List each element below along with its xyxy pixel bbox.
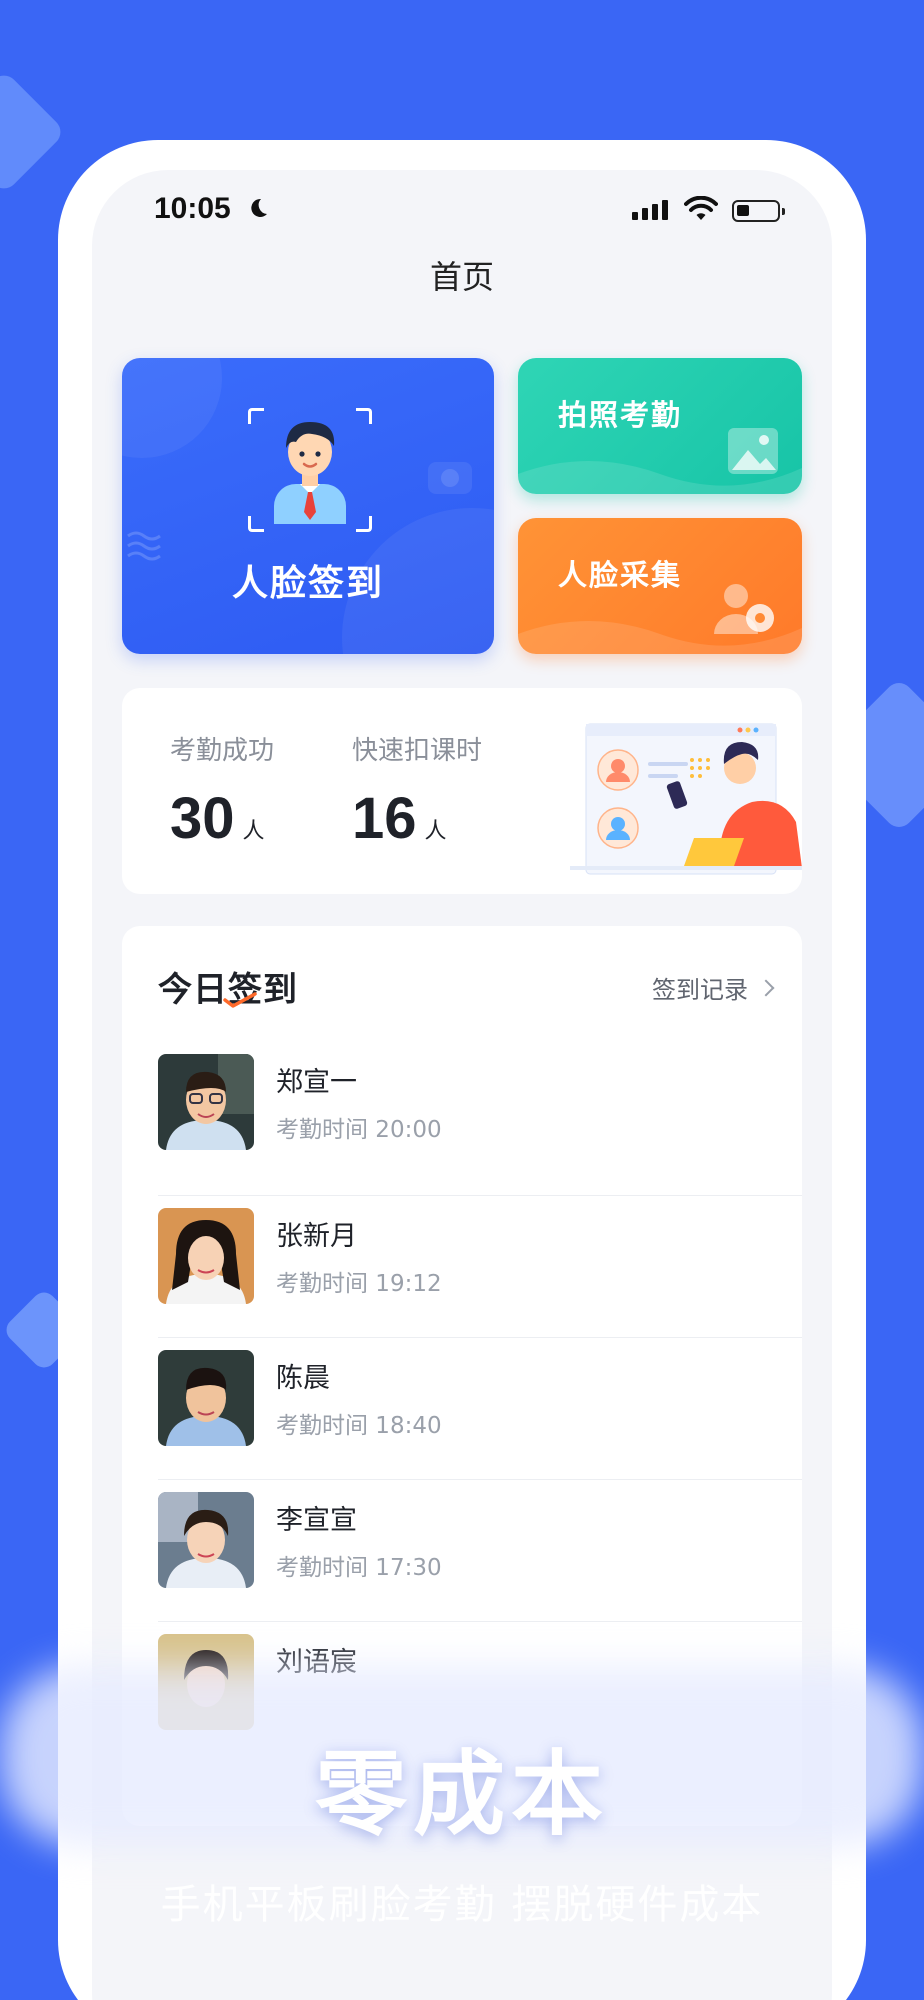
list-item[interactable]: 郑宣一 考勤时间 20:00: [158, 1054, 802, 1196]
sign-in-record-label: 签到记录: [652, 976, 748, 1004]
attendance-stats-card: 考勤成功 30 人 快速扣课时 16 人: [122, 688, 802, 894]
stat-value: 16 人: [352, 786, 447, 851]
attendance-time: 考勤时间 17:30: [276, 1555, 442, 1581]
stat-label: 快速扣课时: [352, 736, 483, 766]
attendance-time: 考勤时间 19:12: [276, 1271, 442, 1297]
user-settings-icon: [714, 584, 774, 634]
attendance-time: 考勤时间 18:40: [276, 1413, 442, 1439]
promo-subline: 手机平板刷脸考勤 摆脱硬件成本: [160, 1882, 764, 1928]
status-time: 10:05: [154, 192, 231, 225]
sign-in-record-link[interactable]: 签到记录: [652, 970, 775, 1005]
student-name: 张新月: [276, 1221, 357, 1252]
moon-icon: [251, 198, 267, 217]
face-sign-in-button[interactable]: 人脸签到: [122, 358, 494, 654]
status-bar: 10:05: [92, 170, 832, 260]
battery-icon: [732, 200, 785, 222]
face-sign-in-label: 人脸签到: [231, 563, 384, 604]
stat-value: 30 人: [170, 786, 265, 851]
camera-watermark-icon: [428, 462, 472, 494]
page-title: 首页: [429, 258, 494, 296]
attendance-illustration: [570, 723, 802, 875]
stat-quick-deduct: 快速扣课时 16 人: [352, 730, 482, 852]
student-name: 李宣宣: [276, 1505, 357, 1536]
decorative-diamond: [0, 69, 67, 195]
student-photo: [158, 1208, 254, 1304]
image-icon: [728, 428, 778, 474]
promo-footer: 零成本 手机平板刷脸考勤 摆脱硬件成本: [0, 1660, 924, 2000]
list-item[interactable]: 张新月 考勤时间 19:12: [158, 1196, 802, 1338]
student-photo: [158, 1054, 254, 1150]
photo-attendance-button[interactable]: 拍照考勤: [518, 358, 802, 494]
wifi-icon: [684, 196, 718, 220]
stat-label: 考勤成功: [170, 736, 275, 766]
chevron-right-icon: [757, 979, 775, 996]
promo-headline: 零成本: [314, 1741, 609, 1848]
face-collect-label: 人脸采集: [558, 558, 683, 592]
sign-in-list: 郑宣一 考勤时间 20:00 张新月 考勤时间 19:12 陈晨 考勤时间 18…: [158, 1054, 802, 1764]
face-scan-frame-icon: [248, 408, 372, 532]
checkmark-icon: [223, 992, 257, 1008]
student-name: 郑宣一: [276, 1067, 357, 1098]
list-item[interactable]: 李宣宣 考勤时间 17:30: [158, 1480, 802, 1622]
list-item[interactable]: 陈晨 考勤时间 18:40: [158, 1338, 802, 1480]
student-name: 陈晨: [276, 1363, 330, 1394]
person-avatar-icon: [274, 422, 346, 524]
photo-attendance-label: 拍照考勤: [558, 398, 683, 432]
student-photo: [158, 1350, 254, 1446]
face-collect-button[interactable]: 人脸采集: [518, 518, 802, 654]
student-photo: [158, 1492, 254, 1588]
attendance-time: 考勤时间 20:00: [276, 1117, 442, 1143]
stat-attendance-success: 考勤成功 30 人: [170, 730, 274, 852]
cellular-signal-icon: [632, 200, 668, 220]
